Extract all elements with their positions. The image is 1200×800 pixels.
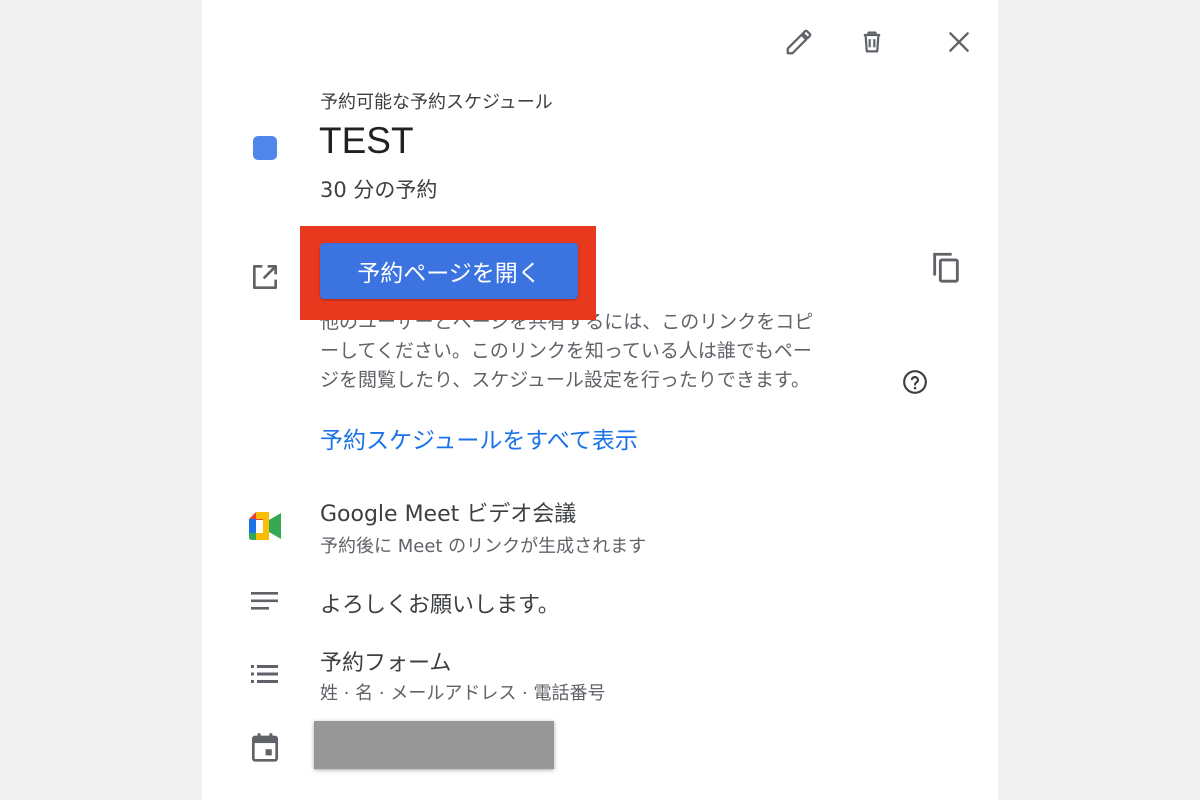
share-link-description: 他のユーザーとページを共有するには、このリンクをコピ ーしてください。このリンク… [320, 308, 910, 395]
page-title: TEST [319, 120, 414, 161]
calendar-color-swatch [253, 136, 277, 160]
view-all-schedules-link[interactable]: 予約スケジュールをすべて表示 [320, 421, 638, 455]
event-detail-panel: 予約可能な予約スケジュール TEST 30 分の予約 他のユーザーとページを共有… [202, 0, 998, 800]
calendar-icon [248, 731, 282, 765]
delete-button[interactable] [852, 22, 892, 62]
google-meet-icon [248, 509, 282, 543]
open-booking-page-button[interactable]: 予約ページを開く [320, 243, 578, 299]
booking-form-fields: 姓 · 名 · メールアドレス · 電話番号 [320, 683, 606, 704]
share-description-line: ジを閲覧したり、スケジュール設定を行ったりできます。 [320, 369, 811, 391]
schedule-type-label: 予約可能な予約スケジュール [320, 92, 553, 113]
redacted-calendar-name [314, 721, 554, 769]
close-button[interactable] [939, 22, 979, 62]
meet-subtitle: 予約後に Meet のリンクが生成されます [320, 536, 647, 557]
open-in-new-icon[interactable] [248, 260, 282, 294]
help-icon[interactable] [902, 369, 928, 395]
copy-icon[interactable] [929, 250, 963, 284]
event-description: よろしくお願いします。 [320, 593, 560, 618]
close-icon [949, 32, 969, 52]
appointment-duration: 30 分の予約 [320, 178, 438, 202]
share-description-line: ーしてください。このリンクを知っている人は誰でもペー [320, 340, 812, 362]
list-icon [248, 657, 282, 691]
meet-title: Google Meet ビデオ会議 [320, 502, 577, 527]
booking-form-title: 予約フォーム [320, 651, 452, 676]
trash-icon [863, 31, 881, 53]
edit-button[interactable] [779, 22, 819, 62]
pencil-icon [786, 29, 812, 55]
description-icon [248, 584, 282, 618]
